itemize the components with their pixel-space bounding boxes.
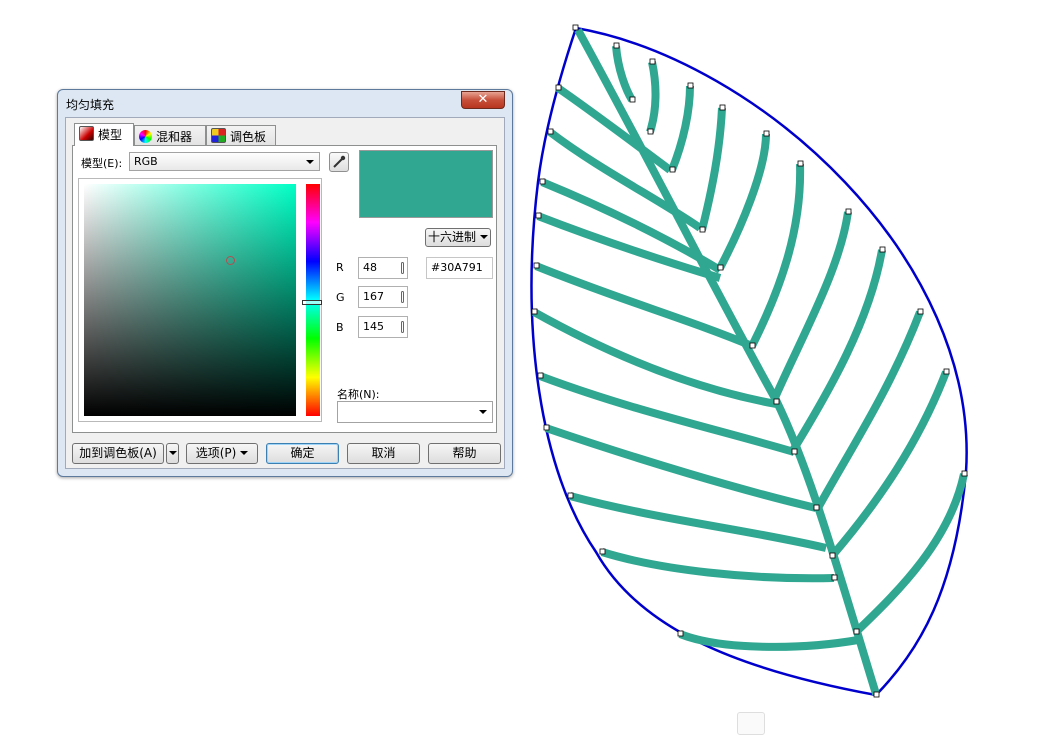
dialog-client: 模型 混和器 调色板 模型(E): RGB 十六进制 R 48 #30A791 … — [65, 117, 505, 469]
vein — [544, 424, 817, 512]
cancel-label: 取消 — [371, 446, 396, 460]
add-to-palette-button[interactable]: 加到调色板(A) — [72, 443, 164, 464]
model-icon — [79, 126, 94, 141]
vein — [814, 310, 924, 510]
options-label: 选项(P) — [195, 446, 237, 460]
tab-palette-label: 调色板 — [230, 130, 267, 144]
eyedropper-icon — [333, 155, 346, 168]
chevron-down-icon — [479, 410, 487, 414]
color-picker-frame — [78, 178, 322, 422]
channel-r-input[interactable]: 48 — [358, 257, 408, 279]
ok-button[interactable]: 确定 — [266, 443, 339, 464]
channel-g-label: G — [336, 291, 345, 304]
color-preview-swatch — [359, 150, 493, 218]
channel-g-value: 167 — [363, 290, 384, 303]
hex-value: #30A791 — [431, 261, 483, 274]
vein — [828, 370, 950, 559]
tab-model-label: 模型 — [98, 128, 123, 142]
add-to-palette-label: 加到调色板(A) — [79, 446, 157, 460]
spinner-icon[interactable] — [401, 262, 404, 274]
canvas-page-icon[interactable] — [737, 712, 765, 735]
vein — [646, 61, 660, 134]
dialog-titlebar[interactable]: 均匀填充 ✕ — [58, 90, 512, 116]
tab-mixer-label: 混和器 — [156, 130, 193, 144]
cancel-button[interactable]: 取消 — [347, 443, 420, 464]
name-combobox[interactable] — [337, 401, 493, 423]
channel-b-input[interactable]: 145 — [358, 316, 408, 338]
name-label: 名称(N): — [337, 388, 380, 401]
hex-mode-label: 十六进制 — [427, 230, 476, 244]
hue-slider-handle[interactable] — [302, 300, 322, 305]
vein — [612, 45, 636, 103]
model-label: 模型(E): — [81, 157, 123, 170]
channel-b-label: B — [336, 321, 344, 334]
spinner-icon[interactable] — [401, 291, 404, 303]
vein — [600, 548, 835, 583]
vein — [668, 85, 694, 172]
close-icon: ✕ — [477, 92, 489, 107]
leaf-veins — [532, 28, 968, 696]
channel-b-value: 145 — [363, 320, 384, 333]
tab-model[interactable]: 模型 — [74, 123, 134, 146]
options-button[interactable]: 选项(P) — [186, 443, 258, 464]
hex-mode-button[interactable]: 十六进制 — [425, 228, 491, 247]
spinner-icon[interactable] — [401, 321, 404, 333]
picker-marker[interactable] — [226, 256, 235, 265]
vein — [678, 630, 859, 651]
ok-label: 确定 — [290, 446, 315, 460]
hex-value-field[interactable]: #30A791 — [426, 257, 493, 279]
model-panel: 模型(E): RGB 十六进制 R 48 #30A791 G 167 B 145… — [72, 145, 497, 433]
vein — [698, 107, 726, 231]
vein — [853, 473, 968, 635]
chevron-down-icon — [168, 451, 177, 455]
chevron-down-icon — [306, 160, 314, 164]
close-button[interactable]: ✕ — [461, 91, 505, 109]
tab-palette[interactable]: 调色板 — [206, 125, 276, 145]
dialog-title: 均匀填充 — [66, 98, 115, 112]
palette-grid-icon — [211, 128, 226, 143]
help-button[interactable]: 帮助 — [428, 443, 501, 464]
saturation-value-square[interactable] — [84, 184, 296, 416]
model-select[interactable]: RGB — [129, 152, 320, 171]
channel-r-label: R — [336, 261, 344, 274]
chevron-down-icon — [480, 235, 488, 239]
add-to-palette-dropdown[interactable] — [166, 443, 179, 464]
channel-r-value: 48 — [363, 261, 377, 274]
midrib — [574, 28, 880, 696]
eyedropper-button[interactable] — [329, 152, 349, 172]
help-label: 帮助 — [452, 446, 477, 460]
chevron-down-icon — [240, 451, 249, 455]
vein — [716, 133, 770, 270]
mixer-wheel-icon — [139, 130, 152, 143]
tab-mixer[interactable]: 混和器 — [134, 125, 206, 145]
vein — [748, 163, 805, 348]
model-select-value: RGB — [134, 155, 158, 168]
channel-g-input[interactable]: 167 — [358, 286, 408, 308]
uniform-fill-dialog: 均匀填充 ✕ 模型 混和器 调色板 模型(E): RGB 十六进制 R 48 #… — [57, 89, 513, 477]
